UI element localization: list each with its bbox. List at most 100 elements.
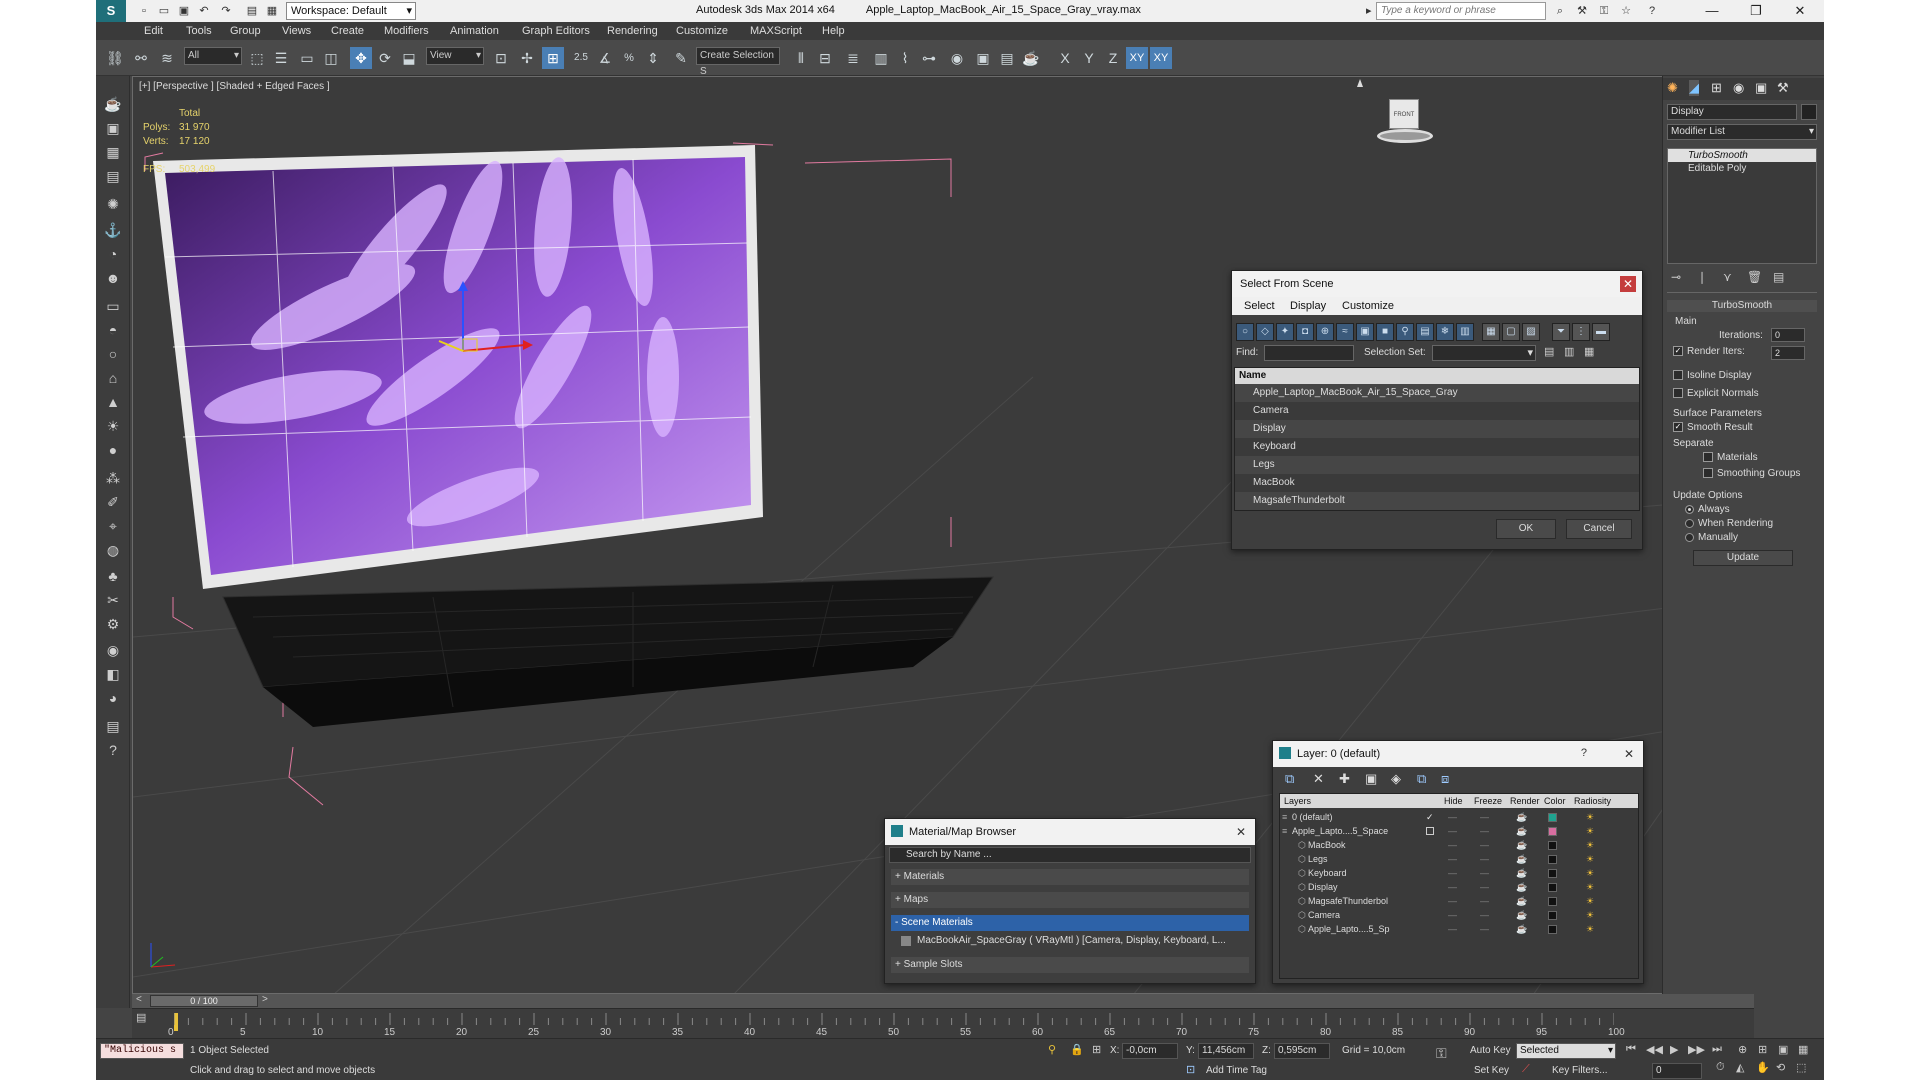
col-hide[interactable]: Hide <box>1444 794 1463 808</box>
mirror-icon[interactable]: ⫴ <box>790 47 812 69</box>
show-end-result-icon[interactable]: ❘ <box>1697 270 1707 284</box>
col-color[interactable]: Color <box>1544 794 1566 808</box>
freeze-toggle[interactable]: — <box>1480 838 1489 852</box>
close-icon[interactable]: ✕ <box>1233 824 1249 840</box>
active-layer-check-icon[interactable]: ✓ <box>1426 810 1434 824</box>
filter-containers-icon[interactable]: ▤ <box>1416 323 1434 341</box>
radiosity-icon[interactable]: ☀ <box>1586 880 1594 894</box>
menu-rendering[interactable]: Rendering <box>607 25 658 37</box>
close-window-icon[interactable]: ✕ <box>1782 2 1818 20</box>
light-icon[interactable]: ✺ <box>102 194 124 214</box>
filter-groups-icon[interactable]: ▣ <box>1356 323 1374 341</box>
layer-color-swatch[interactable] <box>1548 897 1557 906</box>
freeze-toggle[interactable]: — <box>1480 866 1489 880</box>
calculator-icon[interactable]: ▤ <box>102 166 124 186</box>
render-iters-checkbox[interactable]: ✓ <box>1673 346 1683 357</box>
select-object-icon[interactable]: ⬚ <box>246 47 268 69</box>
menu-display[interactable]: Display <box>1290 300 1326 312</box>
time-slider[interactable]: < 0 / 100 > <box>132 994 1754 1008</box>
menu-animation[interactable]: Animation <box>450 25 499 37</box>
render-teapot-icon[interactable]: ☕ <box>1516 824 1527 838</box>
radiosity-icon[interactable]: ☀ <box>1586 838 1594 852</box>
filter-cameras-icon[interactable]: ◘ <box>1296 323 1314 341</box>
current-frame-field[interactable]: 0 <box>1652 1063 1702 1079</box>
axis-y-button[interactable]: Y <box>1078 47 1100 69</box>
new-file-icon[interactable]: ▫ <box>136 3 152 19</box>
select-invert-icon[interactable]: ▨ <box>1522 323 1540 341</box>
material-search-input[interactable]: Search by Name ... <box>889 847 1251 863</box>
layers-icon[interactable]: ◧ <box>102 664 124 684</box>
select-by-name-icon[interactable]: ☰ <box>270 47 292 69</box>
zoom-extents-icon[interactable]: ▣ <box>1778 1043 1788 1056</box>
angle-snap-icon[interactable]: ∡ <box>594 47 616 69</box>
list-item[interactable]: Legs <box>1235 456 1639 474</box>
ok-button[interactable]: OK <box>1496 519 1556 539</box>
layer-color-swatch[interactable] <box>1548 855 1557 864</box>
menu-edit[interactable]: Edit <box>144 25 163 37</box>
maximize-icon[interactable]: ❐ <box>1738 2 1774 20</box>
time-slider-thumb[interactable]: 0 / 100 <box>150 995 258 1007</box>
layer-color-swatch[interactable] <box>1548 883 1557 892</box>
menu-select[interactable]: Select <box>1244 300 1275 312</box>
orbit-icon[interactable]: ⟲ <box>1776 1061 1785 1074</box>
list-item[interactable]: Keyboard <box>1235 438 1639 456</box>
col-freeze[interactable]: Freeze <box>1474 794 1502 808</box>
materials-checkbox[interactable] <box>1703 452 1713 463</box>
pivot-center-icon[interactable]: ⊡ <box>490 47 512 69</box>
menu-graph-editors[interactable]: Graph Editors <box>522 25 590 37</box>
hide-all-layers-icon[interactable]: ⧉ <box>1417 771 1426 787</box>
axis-xy-button[interactable]: XY <box>1126 47 1148 69</box>
hide-toggle[interactable]: — <box>1448 838 1457 852</box>
ref-coord-dropdown[interactable]: View ▾ <box>426 47 484 65</box>
section-materials[interactable]: + Materials <box>891 869 1249 885</box>
unlink-icon[interactable]: ⚯ <box>130 47 152 69</box>
hide-toggle[interactable]: — <box>1448 810 1457 824</box>
render-teapot-icon[interactable]: ☕ <box>1516 922 1527 936</box>
camera-icon[interactable]: ⌖ <box>102 516 124 536</box>
menu-help[interactable]: Help <box>822 25 845 37</box>
always-row[interactable]: Always <box>1685 504 1730 515</box>
view-cube[interactable]: FRONT <box>1373 93 1435 143</box>
close-icon[interactable]: ✕ <box>1621 746 1637 762</box>
undo-icon[interactable]: ↶ <box>196 3 212 19</box>
create-tab-icon[interactable]: ✺ <box>1667 80 1678 96</box>
render-teapot-icon[interactable]: ☕ <box>1516 810 1527 824</box>
image-icon[interactable]: ▣ <box>102 118 124 138</box>
render-teapot-icon[interactable]: ☕ <box>1516 894 1527 908</box>
add-time-tag[interactable]: Add Time Tag <box>1206 1065 1267 1076</box>
hide-toggle[interactable]: — <box>1448 824 1457 838</box>
filter-lights-icon[interactable]: ✦ <box>1276 323 1294 341</box>
hide-toggle[interactable]: — <box>1448 880 1457 894</box>
play-icon[interactable]: ▶ <box>1670 1043 1678 1056</box>
sun-icon[interactable]: ☀ <box>102 416 124 436</box>
smooth-result-row[interactable]: ✓ Smooth Result <box>1673 422 1753 433</box>
spinner-snap-icon[interactable]: ⇕ <box>642 47 664 69</box>
viewport-label[interactable]: [+] [Perspective ] [Shaded + Edged Faces… <box>139 81 330 92</box>
when-rendering-radio[interactable] <box>1685 518 1694 528</box>
menu-tools[interactable]: Tools <box>186 25 212 37</box>
list-item[interactable]: Apple_Laptop_MacBook_Air_15_Space_Gray <box>1235 384 1639 402</box>
menu-group[interactable]: Group <box>230 25 261 37</box>
radiosity-icon[interactable]: ☀ <box>1586 824 1594 838</box>
teapot-2-icon[interactable]: ⌂ <box>102 368 124 388</box>
render-teapot-icon[interactable]: ☕ <box>1516 838 1527 852</box>
curve-editor-mini-icon[interactable]: ▤ <box>136 1011 152 1025</box>
delete-layer-icon[interactable]: ✕ <box>1313 771 1324 787</box>
section-maps[interactable]: + Maps <box>891 892 1249 908</box>
layer-row[interactable]: ⬡ MacBook — — ☕ ☀ <box>1280 838 1638 852</box>
explicit-normals-row[interactable]: Explicit Normals <box>1673 388 1759 399</box>
when-rendering-row[interactable]: When Rendering <box>1685 518 1773 529</box>
redo-icon[interactable]: ↷ <box>218 3 234 19</box>
workspace-dropdown[interactable]: Workspace: Default ▾ <box>286 2 416 20</box>
filter-frozen-icon[interactable]: ❄ <box>1436 323 1454 341</box>
radiosity-icon[interactable]: ☀ <box>1586 866 1594 880</box>
auto-key-button[interactable]: Auto Key <box>1470 1045 1511 1056</box>
sound-icon[interactable]: ◔ <box>102 244 124 264</box>
stack-item-editable-poly[interactable]: Editable Poly <box>1668 162 1816 175</box>
hide-toggle[interactable]: — <box>1448 922 1457 936</box>
render-teapot-icon[interactable]: ☕ <box>1516 852 1527 866</box>
bind-space-warp-icon[interactable]: ≋ <box>156 47 178 69</box>
particles-icon[interactable]: ⁂ <box>102 468 124 488</box>
freeze-toggle[interactable]: — <box>1480 810 1489 824</box>
help-circle-icon[interactable]: ? <box>102 740 124 760</box>
